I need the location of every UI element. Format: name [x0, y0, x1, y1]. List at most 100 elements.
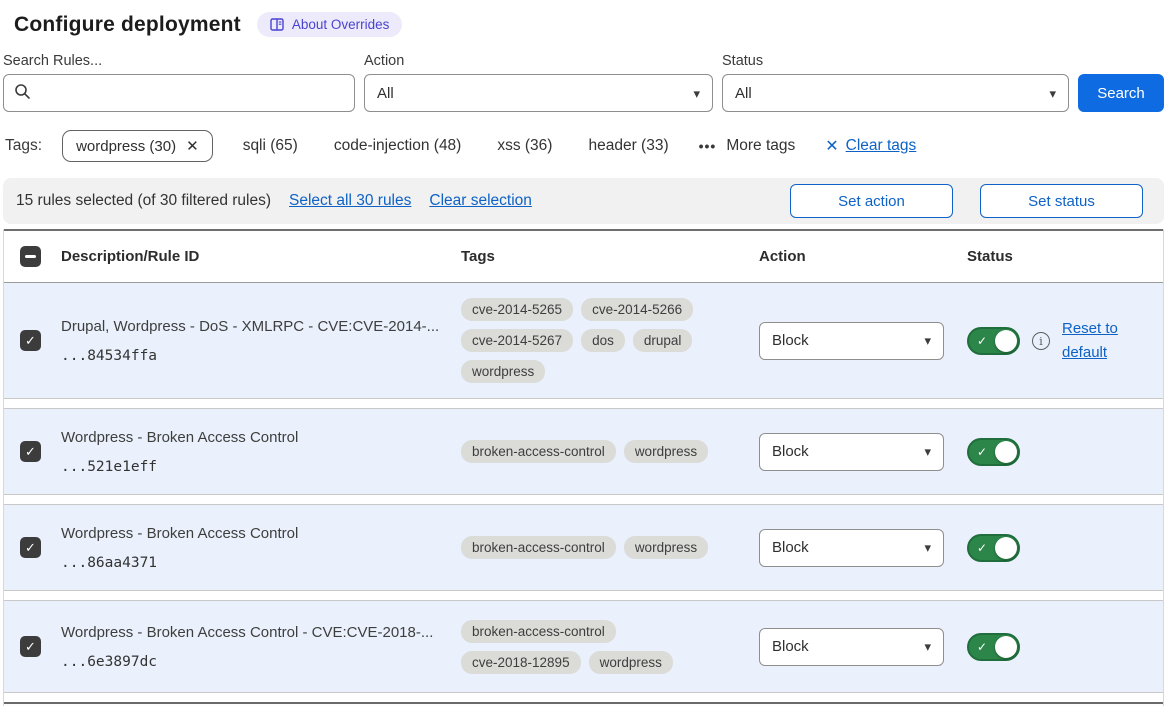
search-label: Search Rules...	[3, 53, 355, 69]
search-input[interactable]	[39, 85, 344, 102]
ellipsis-icon: •••	[699, 138, 717, 154]
selection-summary: 15 rules selected (of 30 filtered rules)	[16, 192, 271, 210]
rule-tag-pill: dos	[581, 329, 625, 352]
select-all-checkbox[interactable]	[20, 246, 41, 267]
check-icon: ✓	[977, 335, 987, 347]
row-checkbox[interactable]: ✓	[20, 636, 41, 657]
action-filter-field: Action All ▾	[364, 53, 713, 112]
row-checkbox-cell: ✓	[4, 441, 61, 462]
status-filter-select[interactable]: All ▾	[722, 74, 1069, 112]
chevron-down-icon: ▾	[693, 87, 700, 100]
status-filter-field: Status All ▾	[722, 53, 1069, 112]
rule-description-cell: Wordpress - Broken Access Control ...86a…	[61, 524, 461, 571]
selected-tag-label: wordpress (30)	[76, 138, 176, 155]
search-icon	[14, 83, 31, 104]
check-icon: ✓	[25, 541, 36, 554]
row-checkbox-cell: ✓	[4, 537, 61, 558]
rule-action-select[interactable]: Block ▾	[759, 529, 944, 567]
tag-filter[interactable]: header (33)	[588, 137, 668, 155]
status-filter-value: All	[735, 85, 752, 102]
row-checkbox-cell: ✓	[4, 636, 61, 657]
rule-action-select[interactable]: Block ▾	[759, 433, 944, 471]
status-toggle[interactable]: ✓	[967, 534, 1020, 562]
chevron-down-icon: ▾	[1049, 87, 1056, 100]
rule-tags-cell: broken-access-controlcve-2018-12895wordp…	[461, 620, 759, 674]
select-all-link[interactable]: Select all 30 rules	[289, 192, 411, 210]
rule-description-cell: Wordpress - Broken Access Control ...521…	[61, 428, 461, 475]
toggle-knob	[995, 330, 1017, 352]
rule-tag-pill: cve-2014-5266	[581, 298, 693, 321]
selected-tag-chip[interactable]: wordpress (30) ✕	[62, 130, 213, 162]
tag-filter[interactable]: sqli (65)	[243, 137, 298, 155]
about-overrides-badge[interactable]: About Overrides	[257, 12, 403, 37]
book-icon	[270, 18, 285, 32]
info-icon[interactable]: i	[1032, 332, 1050, 350]
action-filter-value: All	[377, 85, 394, 102]
rule-description-cell: Drupal, Wordpress - DoS - XMLRPC - CVE:C…	[61, 317, 461, 364]
column-header-status: Status	[967, 248, 1163, 265]
set-action-button[interactable]: Set action	[790, 184, 953, 218]
row-checkbox[interactable]: ✓	[20, 537, 41, 558]
check-icon: ✓	[25, 445, 36, 458]
tag-filter[interactable]: xss (36)	[497, 137, 552, 155]
check-icon: ✓	[977, 641, 987, 653]
rule-action-select[interactable]: Block ▾	[759, 322, 944, 360]
row-checkbox-cell: ✓	[4, 330, 61, 351]
action-filter-select[interactable]: All ▾	[364, 74, 713, 112]
tags-list: sqli (65) code-injection (48) xss (36) head…	[243, 137, 669, 155]
status-toggle[interactable]: ✓	[967, 327, 1020, 355]
row-checkbox[interactable]: ✓	[20, 330, 41, 351]
rule-status-cell: ✓	[967, 534, 1163, 562]
check-icon: ✓	[977, 542, 987, 554]
rule-description: Wordpress - Broken Access Control	[61, 428, 443, 448]
clear-selection-link[interactable]: Clear selection	[429, 192, 532, 210]
column-header-tags: Tags	[461, 248, 759, 265]
rule-action-cell: Block ▾	[759, 628, 967, 666]
action-filter-label: Action	[364, 53, 713, 69]
rule-tag-pill: cve-2018-12895	[461, 651, 581, 674]
rule-description-cell: Wordpress - Broken Access Control - CVE:…	[61, 623, 461, 670]
rule-tag-pill: cve-2014-5265	[461, 298, 573, 321]
rule-tag-pill: cve-2014-5267	[461, 329, 573, 352]
table-row: ✓ Wordpress - Broken Access Control - CV…	[4, 600, 1163, 693]
chevron-down-icon: ▾	[924, 541, 931, 554]
remove-tag-icon[interactable]: ✕	[186, 137, 199, 155]
tag-filter[interactable]: code-injection (48)	[334, 137, 462, 155]
row-checkbox[interactable]: ✓	[20, 441, 41, 462]
rule-tag-pill: wordpress	[589, 651, 673, 674]
rule-action-value: Block	[772, 539, 809, 556]
rule-description: Wordpress - Broken Access Control	[61, 524, 443, 544]
rule-status-cell: ✓ i Reset to default	[967, 317, 1163, 364]
rule-tag-pill: wordpress	[624, 440, 708, 463]
rule-action-cell: Block ▾	[759, 322, 967, 360]
page-title: Configure deployment	[14, 13, 241, 37]
indeterminate-icon	[25, 255, 36, 258]
rule-tags-cell: broken-access-controlwordpress	[461, 440, 759, 463]
chevron-down-icon: ▾	[924, 445, 931, 458]
status-toggle[interactable]: ✓	[967, 633, 1020, 661]
filter-row: Search Rules... Action All ▾ Status All …	[3, 53, 1164, 112]
rule-description: Drupal, Wordpress - DoS - XMLRPC - CVE:C…	[61, 317, 443, 337]
chevron-down-icon: ▾	[924, 640, 931, 653]
clear-tags-link[interactable]: ✕ Clear tags	[825, 136, 916, 156]
rule-tag-pill: wordpress	[624, 536, 708, 559]
rule-id: ...84534ffa	[61, 348, 443, 364]
rule-action-value: Block	[772, 443, 809, 460]
rule-id: ...521e1eff	[61, 459, 443, 475]
search-button[interactable]: Search	[1078, 74, 1164, 112]
about-overrides-label: About Overrides	[292, 17, 390, 32]
set-status-button[interactable]: Set status	[980, 184, 1143, 218]
check-icon: ✓	[25, 640, 36, 653]
more-tags-button[interactable]: ••• More tags	[699, 137, 796, 155]
rules-table: Description/Rule ID Tags Action Status ✓…	[3, 229, 1164, 706]
next-row-top-edge	[4, 702, 1163, 706]
rule-action-value: Block	[772, 332, 809, 349]
status-toggle[interactable]: ✓	[967, 438, 1020, 466]
rule-tag-pill: wordpress	[461, 360, 545, 383]
rule-status-cell: ✓	[967, 438, 1163, 466]
reset-to-default-link[interactable]: Reset to default	[1062, 317, 1126, 364]
table-row: ✓ Wordpress - Broken Access Control ...5…	[4, 408, 1163, 495]
rule-action-cell: Block ▾	[759, 529, 967, 567]
search-input-wrap	[3, 74, 355, 112]
rule-action-select[interactable]: Block ▾	[759, 628, 944, 666]
